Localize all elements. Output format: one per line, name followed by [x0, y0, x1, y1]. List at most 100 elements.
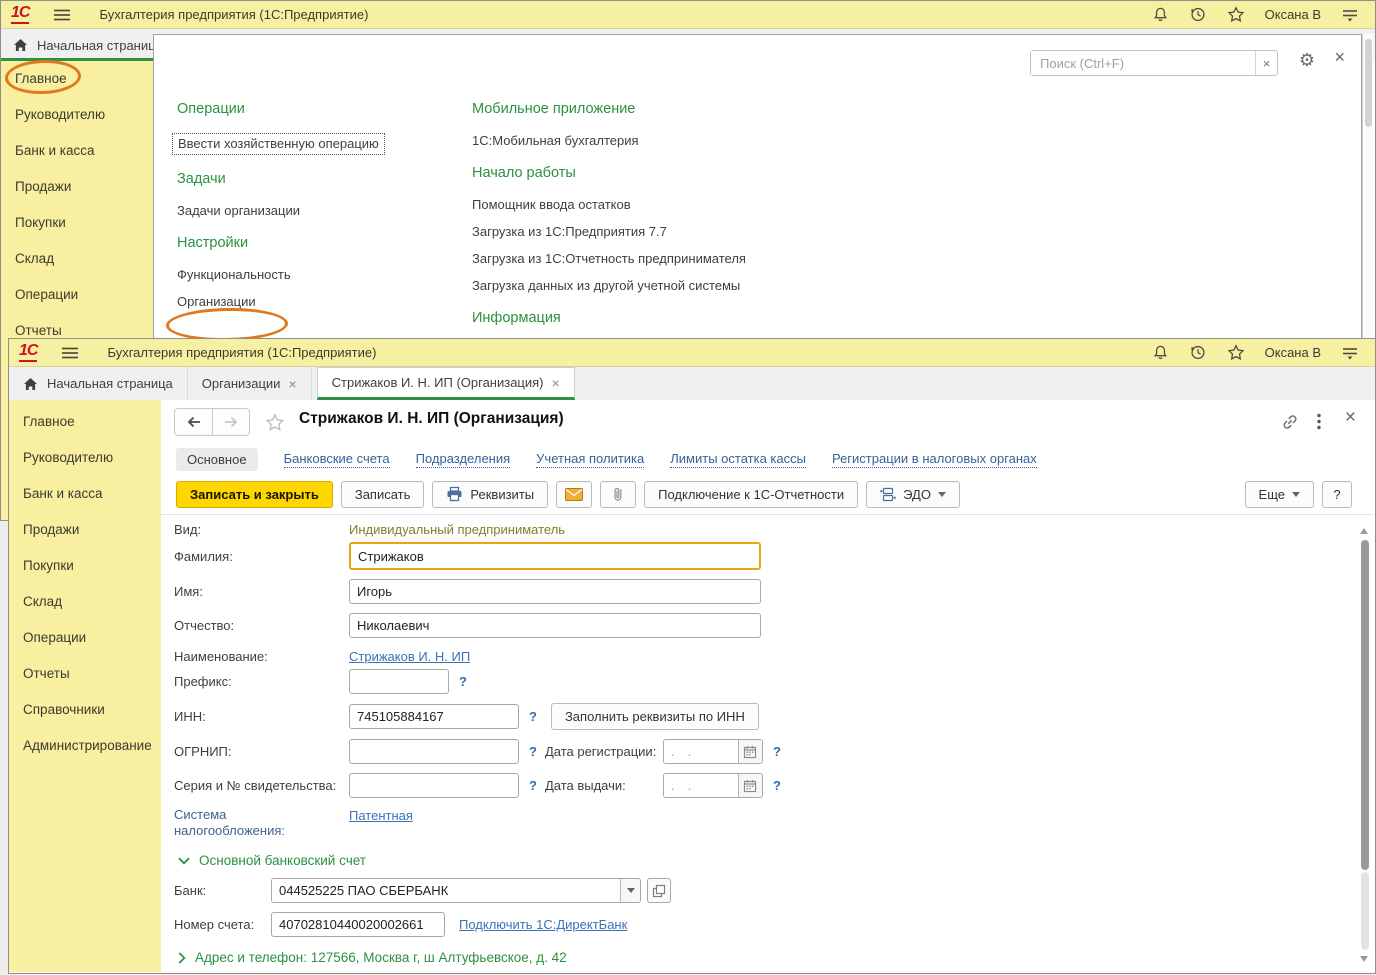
- sidebar-item-bank-kassa[interactable]: Банк и касса: [1, 133, 153, 169]
- sidebar-item-spravochniki[interactable]: Справочники: [9, 692, 161, 728]
- more-button[interactable]: Еще: [1244, 480, 1314, 508]
- nav-accounting-policy[interactable]: Учетная политика: [536, 451, 645, 468]
- fullname-link[interactable]: Стрижаков И. Н. ИП: [349, 649, 470, 664]
- sidebar-item-bank-kassa[interactable]: Банк и касса: [9, 476, 161, 512]
- main-bank-account-section-toggle[interactable]: Основной банковский счет: [178, 853, 1374, 868]
- sidebar-item-prodazhi[interactable]: Продажи: [1, 169, 153, 205]
- open-bank-card-icon[interactable]: [647, 878, 671, 903]
- home-link-functionality[interactable]: Функциональность: [177, 267, 467, 283]
- scrollbar-thumb[interactable]: [1361, 540, 1369, 870]
- account-number-input[interactable]: [271, 912, 445, 937]
- save-button[interactable]: Записать: [340, 480, 425, 508]
- tab-strizhakov-org[interactable]: Стрижаков И. Н. ИП (Организация) ×: [316, 367, 575, 400]
- sidebar-item-otchety[interactable]: Отчеты: [9, 656, 161, 692]
- sidebar-item-administrirovanie[interactable]: Администрирование: [9, 728, 161, 764]
- bank-input[interactable]: [272, 879, 620, 902]
- reg-date-input[interactable]: [663, 740, 738, 763]
- certificate-input[interactable]: [349, 773, 519, 798]
- favorites-star-icon[interactable]: [1227, 344, 1245, 361]
- nav-tax-registrations[interactable]: Регистрации в налоговых органах: [831, 451, 1037, 468]
- home-link-org-tasks[interactable]: Задачи организации: [177, 203, 467, 219]
- search-input[interactable]: [1031, 51, 1255, 75]
- calendar-icon[interactable]: [737, 774, 762, 797]
- search-clear-button[interactable]: ×: [1255, 51, 1277, 75]
- certificate-hint-icon[interactable]: ?: [529, 778, 537, 793]
- main-menu-icon[interactable]: [53, 8, 71, 22]
- tab-organizations[interactable]: Организации ×: [188, 367, 312, 400]
- sections-panel-icon[interactable]: [1341, 345, 1359, 360]
- tab-home[interactable]: Начальная страница: [1, 29, 153, 61]
- home-link-mobile-accounting[interactable]: 1С:Мобильная бухгалтерия: [472, 133, 802, 149]
- sidebar-item-glavnoe[interactable]: Главное: [9, 404, 161, 440]
- sidebar-item-pokupki[interactable]: Покупки: [1, 205, 153, 241]
- form-close-icon[interactable]: ×: [1345, 408, 1356, 427]
- middlename-input[interactable]: [349, 613, 761, 638]
- sections-panel-icon[interactable]: [1341, 7, 1359, 22]
- sidebar-item-pokupki[interactable]: Покупки: [9, 548, 161, 584]
- prefix-hint-icon[interactable]: ?: [459, 674, 467, 689]
- issue-date-input[interactable]: [663, 774, 738, 797]
- requisites-button[interactable]: Реквизиты: [432, 480, 549, 508]
- nav-main[interactable]: Основное: [176, 447, 258, 471]
- home-link-balance-assistant[interactable]: Помощник ввода остатков: [472, 197, 802, 213]
- back-button[interactable]: [175, 409, 212, 435]
- main-menu-icon[interactable]: [61, 346, 79, 360]
- firstname-input[interactable]: [349, 579, 761, 604]
- home-link-enter-operation[interactable]: Ввести хозяйственную операцию: [172, 133, 467, 155]
- tax-system-link[interactable]: Патентная: [349, 808, 413, 823]
- nav-departments[interactable]: Подразделения: [415, 451, 511, 468]
- sidebar-item-rukovoditelyu[interactable]: Руководителю: [9, 440, 161, 476]
- prefix-input[interactable]: [349, 669, 449, 694]
- panel-close-icon[interactable]: ×: [1334, 48, 1345, 66]
- issue-date-hint-icon[interactable]: ?: [773, 778, 781, 793]
- user-name[interactable]: Оксана В: [1265, 7, 1321, 22]
- sidebar-item-prodazhi[interactable]: Продажи: [9, 512, 161, 548]
- edo-button[interactable]: ЭДО: [866, 480, 960, 508]
- email-button[interactable]: [556, 480, 593, 508]
- more-actions-kebab-icon[interactable]: [1317, 413, 1321, 435]
- help-button[interactable]: ?: [1322, 480, 1352, 508]
- home-link-load-reporting[interactable]: Загрузка из 1С:Отчетность предпринимател…: [472, 251, 802, 267]
- calendar-icon[interactable]: [737, 740, 762, 763]
- combo-dropdown-icon[interactable]: [620, 879, 640, 902]
- ogrnip-hint-icon[interactable]: ?: [529, 744, 537, 759]
- notifications-bell-icon[interactable]: [1152, 344, 1169, 361]
- sidebar-item-operacii[interactable]: Операции: [1, 277, 153, 313]
- home-link-load-other-system[interactable]: Загрузка данных из другой учетной систем…: [472, 278, 802, 294]
- home-link-load-77[interactable]: Загрузка из 1С:Предприятия 7.7: [472, 224, 802, 240]
- inn-input[interactable]: [349, 704, 519, 729]
- connect-1c-reporting-button[interactable]: Подключение к 1С-Отчетности: [644, 480, 859, 508]
- sidebar-item-sklad[interactable]: Склад: [9, 584, 161, 620]
- form-scrollbar[interactable]: [1358, 524, 1371, 966]
- gear-icon[interactable]: ⚙: [1299, 51, 1315, 69]
- forward-button[interactable]: [212, 409, 249, 435]
- favorite-star-icon[interactable]: [265, 413, 285, 437]
- tab-close-icon[interactable]: ×: [288, 377, 296, 391]
- tab-home[interactable]: Начальная страница: [9, 367, 188, 400]
- nav-bank-accounts[interactable]: Банковские счета: [283, 451, 390, 468]
- notifications-bell-icon[interactable]: [1152, 6, 1169, 23]
- save-and-close-button[interactable]: Записать и закрыть: [176, 480, 333, 508]
- sidebar-item-glavnoe[interactable]: Главное: [1, 61, 153, 97]
- sidebar-item-operacii[interactable]: Операции: [9, 620, 161, 656]
- address-phone-section-toggle[interactable]: Адрес и телефон: 127566, Москва г, ш Алт…: [178, 950, 1374, 965]
- reg-date-hint-icon[interactable]: ?: [773, 744, 781, 759]
- top-window-scrollbar-thumb[interactable]: [1365, 39, 1372, 127]
- directbank-connect-link[interactable]: Подключить 1С:ДиректБанк: [459, 917, 627, 932]
- scrollbar-up-arrow[interactable]: [1360, 524, 1368, 534]
- attachments-button[interactable]: [600, 480, 637, 508]
- lastname-input[interactable]: [349, 542, 761, 570]
- tab-close-icon[interactable]: ×: [552, 376, 560, 390]
- inn-hint-icon[interactable]: ?: [529, 709, 537, 724]
- sidebar-item-rukovoditelyu[interactable]: Руководителю: [1, 97, 153, 133]
- history-icon[interactable]: [1189, 344, 1207, 361]
- ogrnip-input[interactable]: [349, 739, 519, 764]
- user-name[interactable]: Оксана В: [1265, 345, 1321, 360]
- scrollbar-down-arrow[interactable]: [1360, 956, 1368, 966]
- nav-cash-limits[interactable]: Лимиты остатка кассы: [670, 451, 806, 468]
- scrollbar-track[interactable]: [1361, 872, 1369, 950]
- history-icon[interactable]: [1189, 6, 1207, 23]
- favorites-star-icon[interactable]: [1227, 6, 1245, 23]
- get-link-icon[interactable]: [1281, 413, 1299, 436]
- fill-by-inn-button[interactable]: Заполнить реквизиты по ИНН: [550, 703, 759, 730]
